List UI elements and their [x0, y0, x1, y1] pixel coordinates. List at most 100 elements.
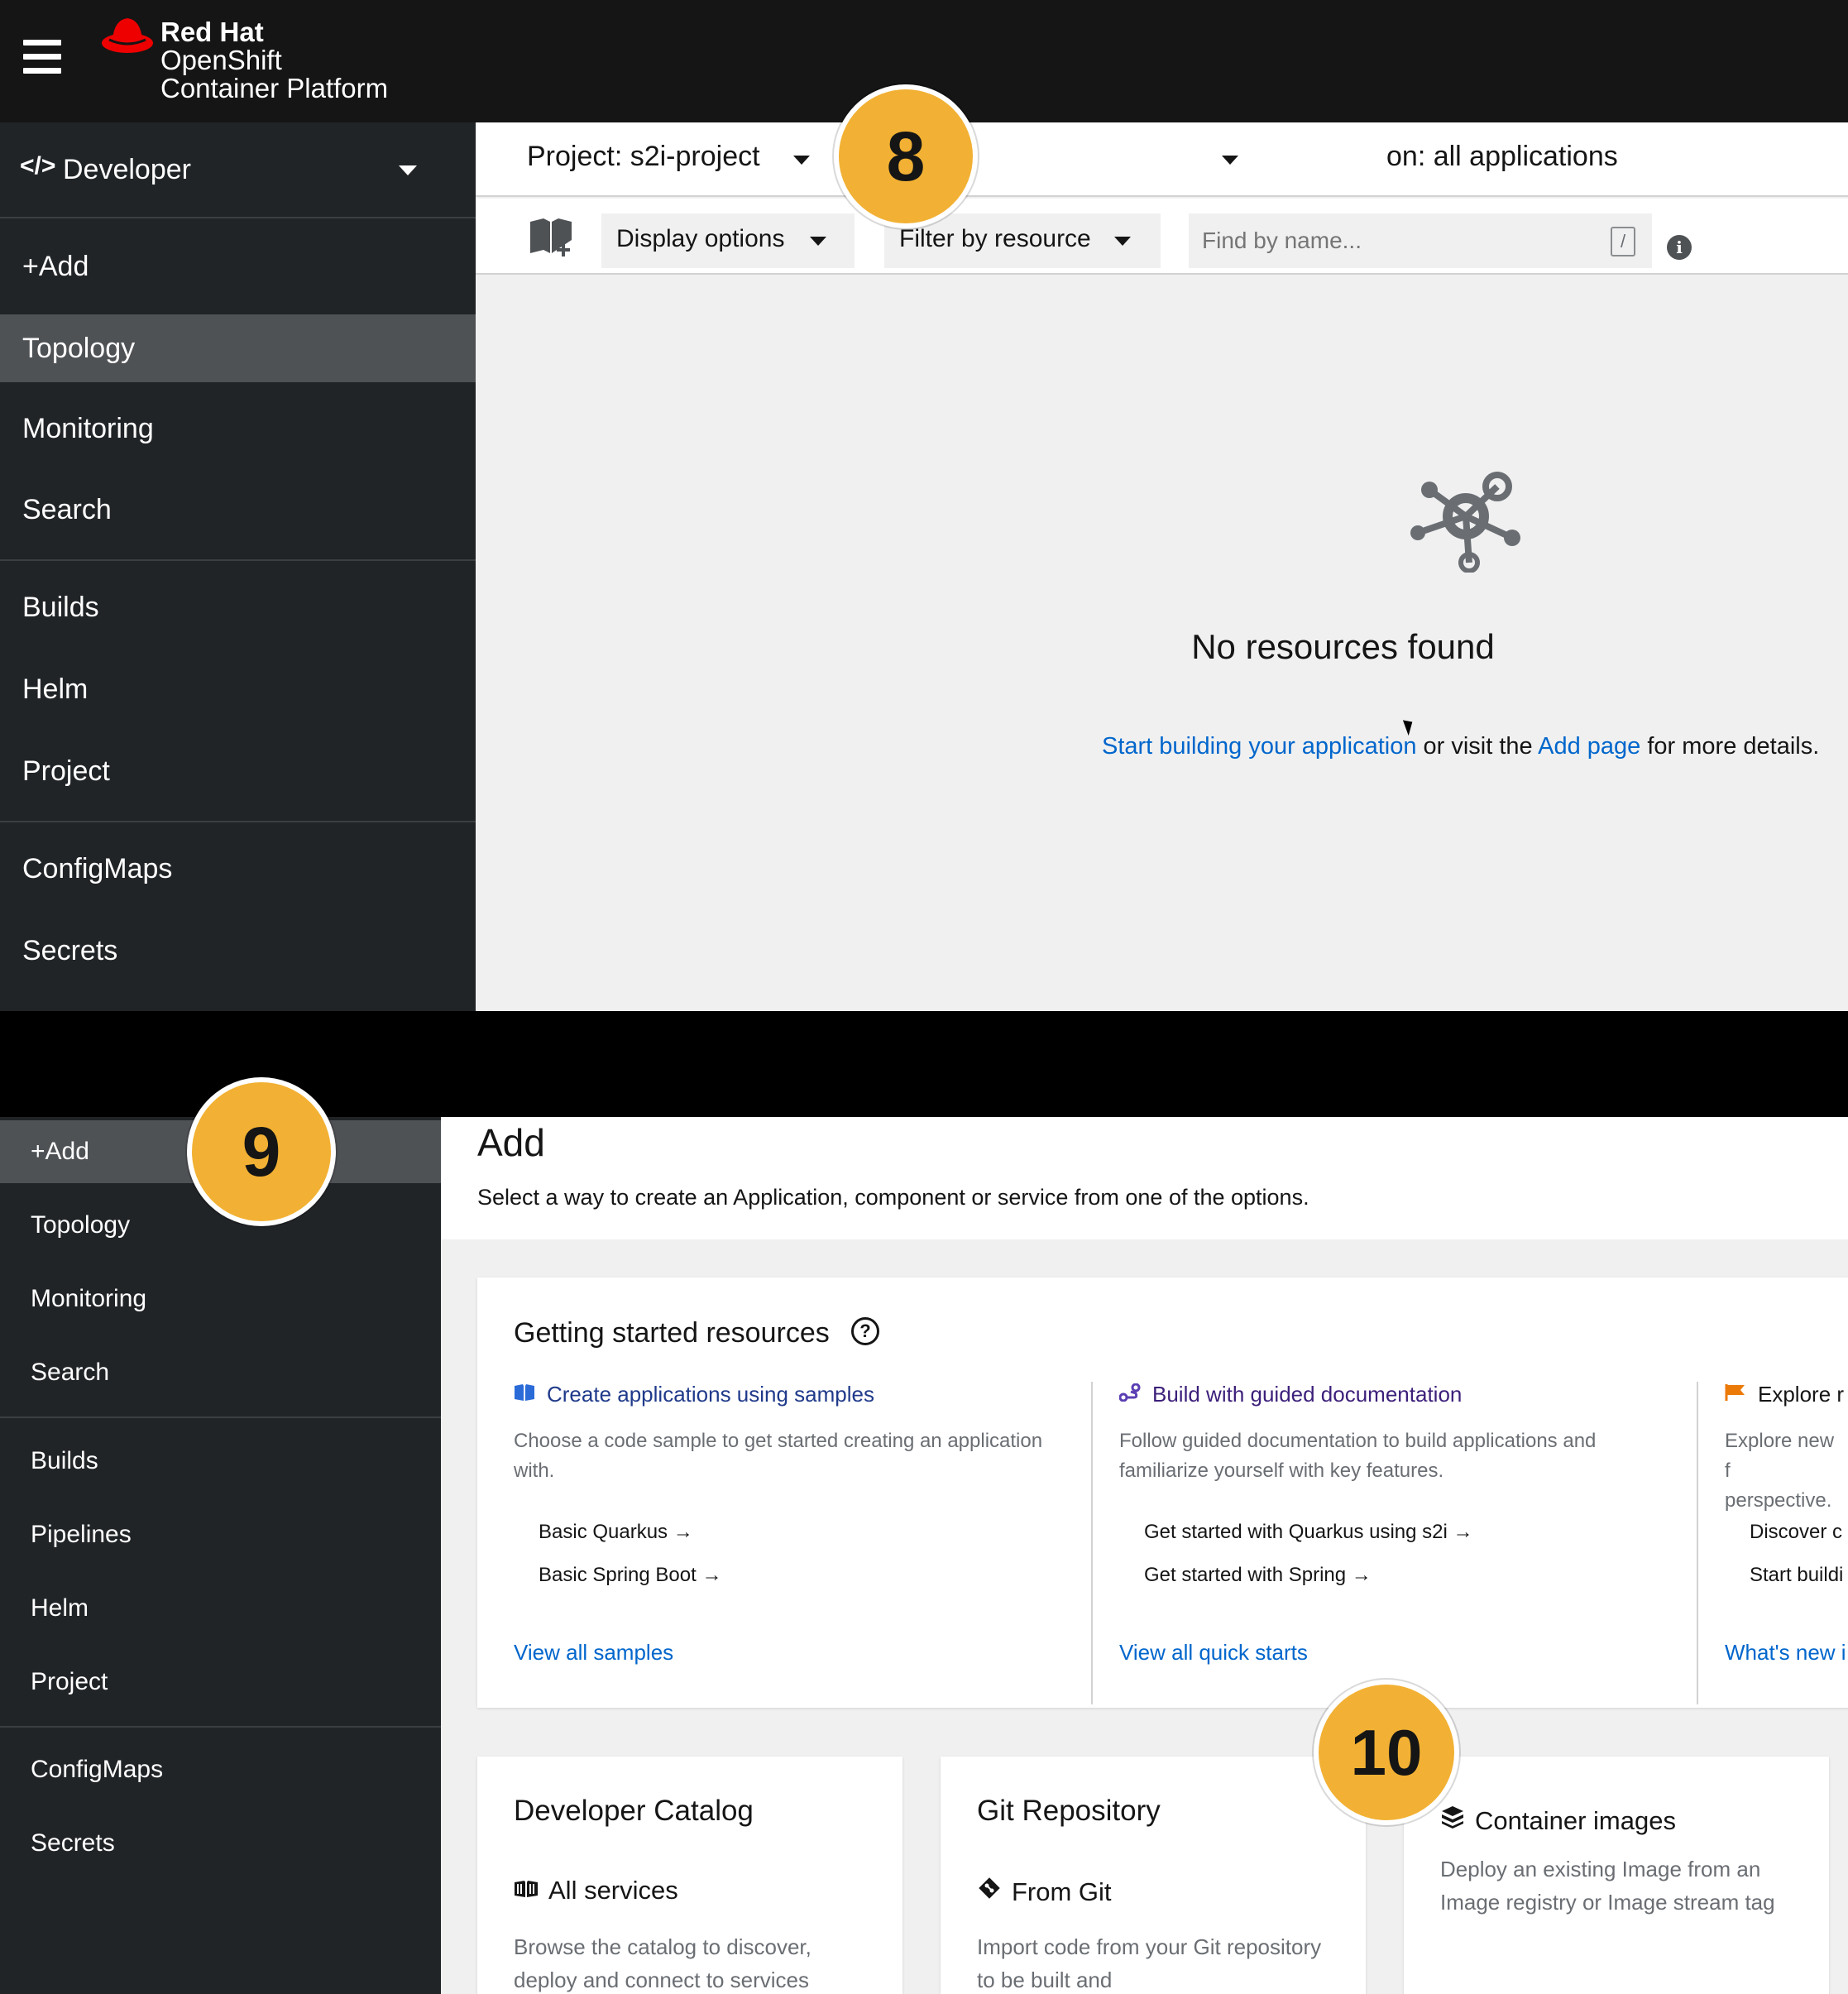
quick-starts-column: Build with guided documentation Follow g… [1119, 1382, 1698, 1706]
discover-link[interactable]: Discover c [1750, 1521, 1842, 1544]
sidebar-item-helm[interactable]: Helm [0, 661, 476, 717]
samples-description: Choose a code sample to get started crea… [514, 1430, 1043, 1482]
page-title: Add [477, 1121, 545, 1164]
sidebar-item-configmaps[interactable]: ConfigMaps [0, 1741, 441, 1799]
start-building-link[interactable]: Start building your application [1102, 733, 1416, 760]
samples-title-text: Create applications using samples [547, 1382, 874, 1407]
spring-quickstart-link[interactable]: Get started with Spring → [1144, 1564, 1372, 1587]
quick-starts-column-title[interactable]: Build with guided documentation [1119, 1382, 1462, 1407]
add-page-screenshot-panel: +Add Topology Monitoring Search Builds P… [0, 1117, 1848, 1994]
all-services-label: All services [548, 1876, 678, 1905]
filter-by-resource-label: Filter by resource [899, 225, 1091, 252]
explore-title-text: Explore r [1758, 1382, 1845, 1407]
add-page-header: Add Select a way to create an Applicatio… [441, 1117, 1848, 1239]
topology-toolbar: Display options Filter by resource / i [476, 199, 1848, 275]
container-images-card: Container images Deploy an existing Imag… [1404, 1757, 1829, 1994]
project-bar: Project: s2i-project on: all application… [476, 122, 1848, 197]
quick-search-book-icon[interactable] [527, 215, 575, 258]
all-services-description: Browse the catalog to discover, deploy a… [514, 1934, 811, 1992]
caret-down-icon [1114, 237, 1131, 246]
step-badge-9: 9 [187, 1077, 336, 1226]
caret-down-icon [793, 156, 810, 165]
project-selector[interactable]: Project: s2i-project [527, 141, 760, 173]
sidebar-item-project[interactable]: Project [0, 743, 476, 799]
add-main: Add Select a way to create an Applicatio… [441, 1117, 1848, 1994]
topology-icon [1410, 472, 1520, 573]
sidebar-item-secrets[interactable]: Secrets [0, 1814, 441, 1872]
find-by-name-input[interactable] [1189, 213, 1652, 268]
empty-state-text: for more details. [1640, 733, 1820, 760]
caret-down-icon [810, 237, 826, 246]
from-git-label: From Git [1012, 1877, 1112, 1906]
perspective-switcher[interactable]: </> Developer [0, 122, 476, 218]
step-badge-10: 10 [1314, 1680, 1459, 1825]
topology-main: Project: s2i-project on: all application… [476, 122, 1848, 1011]
quick-starts-title-text: Build with guided documentation [1152, 1382, 1463, 1407]
step-badge-8: 8 [834, 84, 978, 228]
start-building-link[interactable]: Start buildi [1750, 1564, 1843, 1587]
sidebar-item-builds[interactable]: Builds [0, 1432, 441, 1490]
developer-catalog-card: Developer Catalog All services Browse th… [477, 1757, 902, 1994]
view-all-quick-starts-link[interactable]: View all quick starts [1119, 1640, 1308, 1666]
empty-state-body: Start building your application or visit… [1102, 733, 1846, 760]
sidebar-item-project[interactable]: Project [0, 1653, 441, 1711]
sidebar-item-monitoring[interactable]: Monitoring [0, 400, 476, 457]
from-git-option[interactable]: From Git [977, 1876, 1112, 1907]
empty-state-title: No resources found [1191, 627, 1495, 666]
quick-starts-description: Follow guided documentation to build app… [1119, 1430, 1597, 1482]
column-divider [1091, 1382, 1093, 1704]
code-icon: </> [20, 152, 56, 180]
sidebar-item-pipelines[interactable]: Pipelines [0, 1506, 441, 1564]
developer-catalog-title: Developer Catalog [514, 1795, 754, 1827]
basic-spring-boot-link[interactable]: Basic Spring Boot → [539, 1564, 721, 1587]
sidebar-item-builds[interactable]: Builds [0, 579, 476, 635]
basic-quarkus-link[interactable]: Basic Quarkus → [539, 1521, 693, 1544]
sidebar-item-search[interactable]: Search [0, 1344, 441, 1402]
hamburger-menu-icon[interactable] [23, 40, 61, 74]
display-options-label: Display options [616, 225, 785, 252]
info-icon[interactable]: i [1667, 235, 1692, 260]
caret-down-icon [399, 165, 417, 175]
getting-started-title: Getting started resources [514, 1317, 830, 1349]
quarkus-s2i-quickstart-link[interactable]: Get started with Quarkus using s2i → [1144, 1521, 1473, 1544]
sidebar-item-helm[interactable]: Helm [0, 1579, 441, 1637]
nav-divider [0, 1416, 441, 1418]
samples-column-title[interactable]: Create applications using samples [514, 1382, 874, 1407]
sidebar-top: </> Developer +Add Topology Monitoring S… [0, 122, 476, 1011]
git-icon [979, 1877, 1000, 1899]
explore-column-title[interactable]: Explore r [1725, 1382, 1844, 1407]
getting-started-card: Getting started resources ? Create appli… [477, 1277, 1848, 1708]
explore-column: Explore r Explore new f perspective. Dis… [1725, 1382, 1848, 1706]
sidebar-item-monitoring[interactable]: Monitoring [0, 1270, 441, 1328]
sidebar-item-configmaps[interactable]: ConfigMaps [0, 841, 476, 897]
whats-new-link[interactable]: What's new i [1725, 1640, 1846, 1666]
brand-line-2: OpenShift [160, 45, 282, 75]
application-selector[interactable]: on: all applications [1386, 141, 1618, 173]
page-subtitle: Select a way to create an Application, c… [477, 1185, 1309, 1210]
cube-icon [1442, 1806, 1463, 1829]
sidebar-item-search[interactable]: Search [0, 482, 476, 538]
view-all-samples-link[interactable]: View all samples [514, 1640, 673, 1666]
display-options-select[interactable]: Display options [601, 213, 855, 268]
git-repository-card: Git Repository From Git Import code from… [941, 1757, 1366, 1994]
nav-divider [0, 559, 476, 561]
git-repository-title: Git Repository [977, 1795, 1161, 1827]
container-images-description: Deploy an existing Image from an Image r… [1440, 1857, 1775, 1915]
nav-divider [0, 821, 476, 822]
book-icon [515, 1384, 534, 1401]
container-images-option[interactable]: Container images [1440, 1805, 1676, 1836]
add-page-link[interactable]: Add page [1538, 733, 1640, 760]
sidebar-item-add[interactable]: +Add [0, 238, 476, 295]
sidebar-item-secrets[interactable]: Secrets [0, 923, 476, 979]
route-icon [1119, 1383, 1141, 1402]
sidebar-item-topology[interactable]: Topology [0, 314, 476, 382]
help-icon[interactable]: ? [851, 1317, 879, 1345]
openshift-logo[interactable]: Red Hat OpenShift Container Platform [101, 15, 399, 108]
container-images-label: Container images [1475, 1806, 1676, 1835]
brand-line-3: Container Platform [160, 73, 389, 103]
brand-line-1: Red Hat [160, 17, 264, 47]
redhat-hat-icon [102, 18, 153, 53]
flag-icon [1725, 1384, 1745, 1401]
catalog-icon [515, 1881, 538, 1897]
all-services-option[interactable]: All services [514, 1876, 678, 1905]
